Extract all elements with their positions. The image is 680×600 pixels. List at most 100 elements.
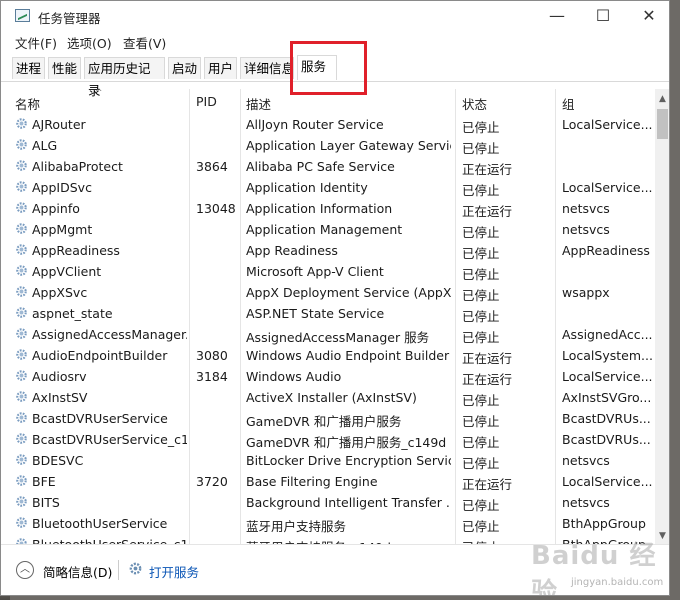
service-row[interactable]: BluetoothUserService 蓝牙用户支持服务 已停止 BthAppGro… <box>1 513 655 534</box>
tab-processes[interactable]: 进程 <box>12 57 45 79</box>
service-description: BitLocker Drive Encryption Service <box>246 453 451 468</box>
chevron-up-icon[interactable]: ︿ <box>16 561 34 579</box>
maximize-button[interactable]: ☐ <box>580 1 626 31</box>
service-gear-icon <box>16 412 27 423</box>
service-pid: 13048 <box>196 201 236 216</box>
service-gear-icon <box>16 118 27 129</box>
service-row[interactable]: AJRouter AllJoyn Router Service 已停止 LocalSe… <box>1 114 655 135</box>
menu-file[interactable]: 文件(F) <box>15 33 57 52</box>
fewer-details-button[interactable]: 简略信息(D) <box>43 562 112 581</box>
service-status: 正在运行 <box>462 477 513 492</box>
service-group: BcastDVRUs... <box>562 411 651 426</box>
service-status: 已停止 <box>462 225 500 240</box>
column-name-header[interactable]: 名称 <box>15 94 40 113</box>
column-description-header[interactable]: 描述 <box>246 94 271 113</box>
service-status: 已停止 <box>462 267 500 282</box>
service-group: netsvcs <box>562 453 610 468</box>
open-services-link[interactable]: 打开服务 <box>149 562 199 581</box>
scroll-thumb[interactable] <box>657 109 668 139</box>
footer-separator <box>118 560 119 580</box>
service-row[interactable]: BDESVC BitLocker Drive Encryption Service… <box>1 450 655 471</box>
service-gear-icon <box>16 496 27 507</box>
services-list: AJRouter AllJoyn Router Service 已停止 LocalSe… <box>1 114 655 544</box>
service-status: 已停止 <box>462 414 500 429</box>
service-description: AllJoyn Router Service <box>246 117 384 132</box>
service-description: Base Filtering Engine <box>246 474 378 489</box>
menu-view[interactable]: 查看(V) <box>123 33 166 52</box>
service-description: Application Identity <box>246 180 368 195</box>
tab-startup[interactable]: 启动 <box>168 57 201 79</box>
highlight-box <box>290 41 367 95</box>
service-description: Windows Audio Endpoint Builder <box>246 348 450 363</box>
service-gear-icon <box>16 139 27 150</box>
service-group: LocalService... <box>562 180 652 195</box>
service-row[interactable]: BcastDVRUserService GameDVR 和广播用户服务 已停止 Bca… <box>1 408 655 429</box>
service-status: 已停止 <box>462 309 500 324</box>
service-row[interactable]: BITS Background Intelligent Transfer ... 已… <box>1 492 655 513</box>
service-status: 已停止 <box>462 456 500 471</box>
tab-users[interactable]: 用户 <box>204 57 237 79</box>
service-gear-icon <box>16 454 27 465</box>
service-pid: 3864 <box>196 159 228 174</box>
service-gear-icon <box>16 370 27 381</box>
tab-performance[interactable]: 性能 <box>48 57 81 79</box>
service-group: LocalSystem... <box>562 348 652 363</box>
service-gear-icon <box>16 202 27 213</box>
tab-app-history[interactable]: 应用历史记录 <box>84 57 165 98</box>
service-name: aspnet_state <box>32 306 113 321</box>
column-group-header[interactable]: 组 <box>562 94 575 113</box>
service-group: BthAppGroup <box>562 516 646 531</box>
service-row[interactable]: AssignedAccessManager... AssignedAccessMa… <box>1 324 655 345</box>
service-row[interactable]: aspnet_state ASP.NET State Service 已停止 <box>1 303 655 324</box>
service-name: BDESVC <box>32 453 84 468</box>
service-status: 已停止 <box>462 498 500 513</box>
service-row[interactable]: Appinfo 13048 Application Information 正在运行 n… <box>1 198 655 219</box>
service-row[interactable]: AppReadiness App Readiness 已停止 AppReadiness <box>1 240 655 261</box>
service-row[interactable]: AppMgmt Application Management 已停止 netsvcs <box>1 219 655 240</box>
service-gear-icon <box>16 538 27 544</box>
service-row[interactable]: AppVClient Microsoft App-V Client 已停止 <box>1 261 655 282</box>
service-name: Audiosrv <box>32 369 87 384</box>
service-status: 已停止 <box>462 393 500 408</box>
service-name: AssignedAccessManager... <box>32 327 187 342</box>
service-status: 已停止 <box>462 141 500 156</box>
service-status: 已停止 <box>462 288 500 303</box>
service-row[interactable]: AxInstSV ActiveX Installer (AxInstSV) 已停止 A… <box>1 387 655 408</box>
service-name: BcastDVRUserService <box>32 411 168 426</box>
tab-details[interactable]: 详细信息 <box>240 57 294 79</box>
service-name: ALG <box>32 138 58 153</box>
menu-options[interactable]: 选项(O) <box>67 33 112 52</box>
service-row[interactable]: AlibabaProtect 3864 Alibaba PC Safe Servic… <box>1 156 655 177</box>
service-description: Background Intelligent Transfer ... <box>246 495 451 510</box>
title-bar[interactable]: 任务管理器 — ☐ ✕ <box>1 1 669 31</box>
service-status: 已停止 <box>462 183 500 198</box>
service-description: ASP.NET State Service <box>246 306 385 321</box>
service-status: 已停止 <box>462 330 500 345</box>
service-row[interactable]: AudioEndpointBuilder 3080 Windows Audio En… <box>1 345 655 366</box>
close-button[interactable]: ✕ <box>626 1 669 31</box>
service-status: 正在运行 <box>462 204 513 219</box>
service-name: AppIDSvc <box>32 180 92 195</box>
scroll-up-icon[interactable]: ▲ <box>655 91 669 107</box>
service-row[interactable]: Audiosrv 3184 Windows Audio 正在运行 LocalServic… <box>1 366 655 387</box>
service-row[interactable]: ALG Application Layer Gateway Service 已停止 <box>1 135 655 156</box>
vertical-scrollbar[interactable]: ▲ ▼ <box>655 89 669 544</box>
service-row[interactable]: BcastDVRUserService_c1... GameDVR 和广播用户服务… <box>1 429 655 450</box>
service-row[interactable]: AppIDSvc Application Identity 已停止 LocalServ… <box>1 177 655 198</box>
column-pid-header[interactable]: PID <box>196 94 217 109</box>
service-name: BluetoothUserService_c1... <box>32 537 187 544</box>
service-row[interactable]: BFE 3720 Base Filtering Engine 正在运行 LocalSer… <box>1 471 655 492</box>
service-status: 已停止 <box>462 435 500 450</box>
minimize-button[interactable]: — <box>534 1 580 31</box>
service-status: 正在运行 <box>462 372 513 387</box>
services-gear-icon <box>129 562 142 575</box>
service-group: netsvcs <box>562 495 610 510</box>
service-row[interactable]: AppXSvc AppX Deployment Service (AppX... 已… <box>1 282 655 303</box>
service-pid: 3184 <box>196 369 228 384</box>
service-gear-icon <box>16 265 27 276</box>
service-name: BcastDVRUserService_c1... <box>32 432 187 447</box>
service-gear-icon <box>16 391 27 402</box>
service-name: AppReadiness <box>32 243 120 258</box>
column-status-header[interactable]: 状态 <box>462 94 487 113</box>
service-status: 已停止 <box>462 519 500 534</box>
